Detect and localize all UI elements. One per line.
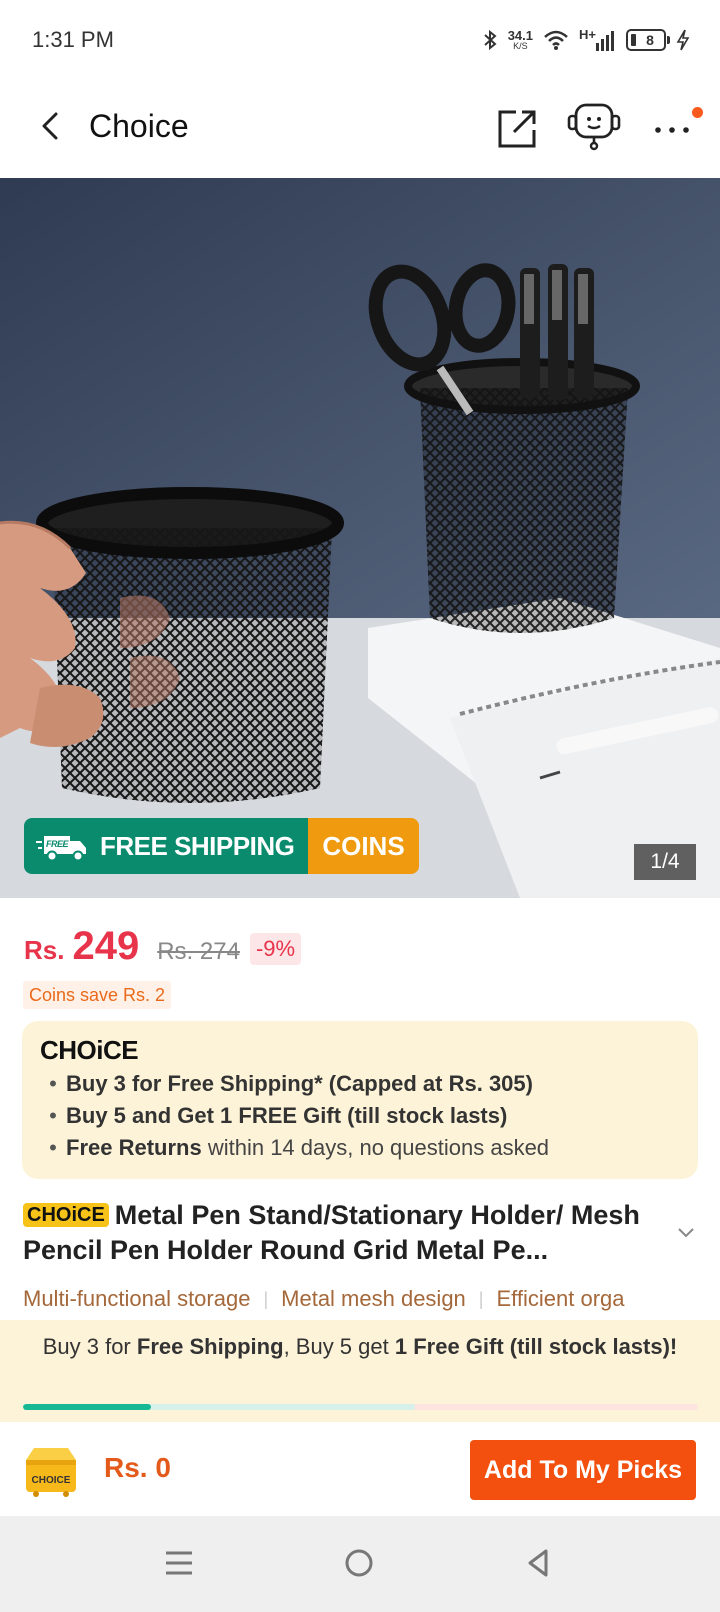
promo-text: Buy 3 for Free Shipping, Buy 5 get 1 Fre… xyxy=(42,1334,678,1359)
status-bar: 1:31 PM 34.1 K/S H+ 8 xyxy=(0,0,720,80)
feature-tag: Metal mesh design xyxy=(281,1286,466,1311)
more-icon[interactable] xyxy=(648,104,696,152)
back-arrow-icon[interactable] xyxy=(28,104,72,148)
promo-progress-fill xyxy=(23,1404,152,1410)
truck-icon: FREE xyxy=(36,836,86,862)
free-shipping-text: FREE SHIPPING xyxy=(100,830,295,861)
promo-progress-bar xyxy=(23,1404,698,1410)
wifi-icon xyxy=(544,30,568,50)
benefit-item: • Buy 3 for Free Shipping* (Capped at Rs… xyxy=(40,1071,680,1097)
feature-tags: Multi-functional storage | Metal mesh de… xyxy=(23,1286,720,1312)
cart-box-icon[interactable]: CHOICE xyxy=(22,1442,80,1498)
bluetooth-icon xyxy=(484,29,497,51)
signal-icon xyxy=(596,31,614,51)
choice-tag: CHOiCE xyxy=(23,1203,109,1227)
bullet-icon: • xyxy=(49,1071,57,1096)
system-nav-bar xyxy=(0,1516,720,1612)
feature-separator: | xyxy=(478,1288,484,1309)
free-shipping-label: FREE FREE SHIPPING xyxy=(24,818,309,874)
bullet-icon: • xyxy=(49,1135,57,1160)
menu-icon[interactable] xyxy=(164,1548,194,1578)
choice-benefits-box[interactable]: CHOiCE • Buy 3 for Free Shipping* (Cappe… xyxy=(22,1021,698,1179)
network-type: H+ xyxy=(579,26,596,42)
status-icons: 34.1 K/S H+ 8 xyxy=(482,24,690,56)
current-price: 249 xyxy=(72,924,140,968)
bullet-icon: • xyxy=(49,1103,57,1128)
net-speed: 34.1 K/S xyxy=(507,28,534,51)
image-counter: 1/4 xyxy=(634,844,696,880)
price-row: Rs. 249 Rs. 274 -9% xyxy=(24,924,302,974)
price-currency: Rs. xyxy=(24,935,65,965)
battery-icon: 8 xyxy=(626,29,670,51)
cart-total: Rs. 0 xyxy=(104,1452,171,1483)
choice-logo: CHOiCE xyxy=(40,1035,139,1065)
notification-dot xyxy=(692,107,703,118)
customer-service-icon[interactable] xyxy=(566,102,622,152)
home-icon[interactable] xyxy=(344,1548,374,1578)
feature-separator: | xyxy=(263,1288,269,1309)
product-title-text: Metal Pen Stand/Stationary Holder/ Mesh … xyxy=(23,1200,640,1265)
app-header: Choice xyxy=(0,80,720,178)
chevron-down-icon[interactable] xyxy=(676,1226,696,1240)
product-photo-illustration xyxy=(0,178,720,898)
benefit-item: • Free Returns within 14 days, no questi… xyxy=(40,1135,680,1161)
bottom-action-bar: CHOICE Rs. 0 Add To My Picks xyxy=(0,1422,720,1516)
svg-text:FREE: FREE xyxy=(46,839,70,849)
page-title: Choice xyxy=(89,108,189,144)
share-icon[interactable] xyxy=(494,104,542,152)
benefit-item: • Buy 5 and Get 1 FREE Gift (till stock … xyxy=(40,1103,680,1129)
add-to-my-picks-button[interactable]: Add To My Picks xyxy=(470,1440,696,1500)
feature-tag: Efficient orga xyxy=(496,1286,625,1311)
product-image[interactable]: 1/4 xyxy=(0,178,720,898)
coins-save-badge: Coins save Rs. 2 xyxy=(23,981,172,1009)
status-time: 1:31 PM xyxy=(32,27,114,52)
feature-tag: Multi-functional storage xyxy=(23,1286,251,1311)
svg-text:CHOICE: CHOICE xyxy=(32,1475,71,1486)
original-price: Rs. 274 xyxy=(157,938,240,965)
product-title[interactable]: CHOiCE Metal Pen Stand/Stationary Holder/… xyxy=(23,1198,663,1268)
back-nav-icon[interactable] xyxy=(524,1548,554,1578)
promo-banner[interactable]: Buy 3 for Free Shipping, Buy 5 get 1 Fre… xyxy=(0,1320,720,1422)
discount-badge: -9% xyxy=(249,933,302,965)
free-shipping-banner: FREE FREE SHIPPING COINS xyxy=(24,818,419,874)
charging-icon xyxy=(676,29,690,51)
coins-label: COINS xyxy=(308,818,419,874)
